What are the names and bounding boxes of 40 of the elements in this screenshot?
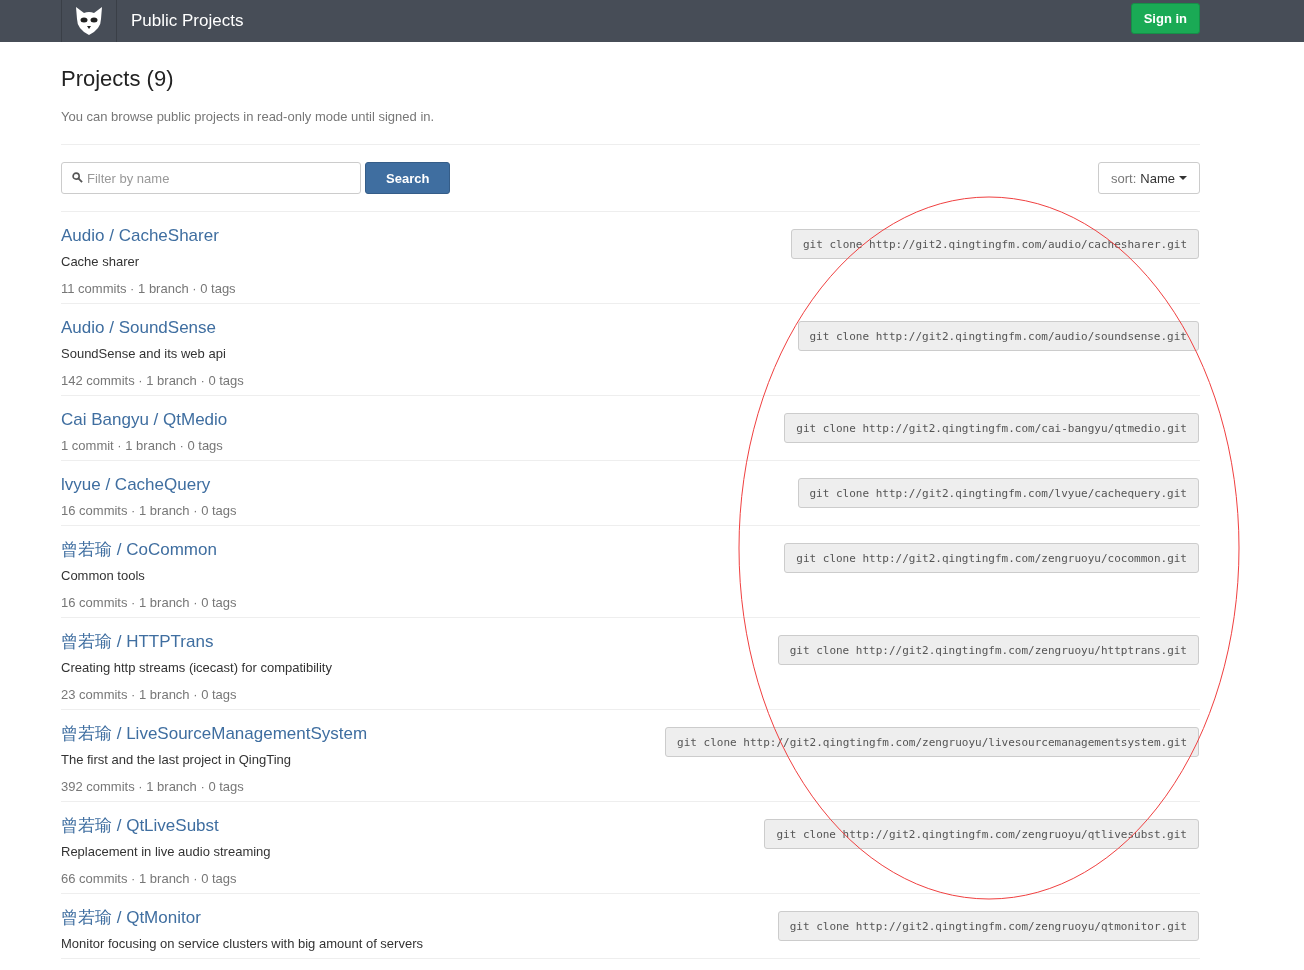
project-description: Monitor focusing on service clusters with big amount of servers [61,935,423,953]
clone-command: git clone http://git2.qingtingfm.com/zengruoyu/httptrans.git [777,635,1199,665]
project-link[interactable]: 曾若瑜 / QtLiveSubst [61,814,271,838]
project-link[interactable]: 曾若瑜 / HTTPTrans [61,630,332,654]
project-link[interactable]: 曾若瑜 / LiveSourceManagementSystem [61,722,368,746]
page-title: Projects (9) [61,66,175,92]
page-subtitle: You can browse public projects in read-only mode until signed in. [61,109,436,124]
project-link[interactable]: lvyue / CacheQuery [61,473,237,497]
clone-command: git clone http://git2.qingtingfm.com/cai-bangyu/qtmedio.git [784,413,1199,443]
project-description: Cache sharer [61,253,141,271]
project-stats: 1 commit · 1 branch · 0 tags [61,437,224,455]
clone-command: git clone http://git2.qingtingfm.com/zengruoyu/qtmonitor.git [777,911,1199,941]
project-stats: 23 commits · 1 branch · 0 tags [61,686,238,704]
project-stats: 16 commits · 1 branch · 0 tags [61,502,237,520]
project-link[interactable]: 曾若瑜 / CoCommon [61,538,237,562]
project-stats: 16 commits · 1 branch · 0 tags [61,594,237,612]
project-description: Creating http streams (icecast) for compatibility [61,659,332,677]
clone-command: git clone http://git2.qingtingfm.com/lvyue/cachequery.git [797,478,1199,508]
project-description: SoundSense and its web api [61,345,227,363]
sign-in-button[interactable]: Sign in [1130,2,1200,34]
project-link[interactable]: Audio / CacheSharer [61,224,236,248]
navbar-title: Public Projects [131,11,245,31]
project-stats: 11 commits · 1 branch · 0 tags [61,280,236,298]
project-stats: 392 commits · 1 branch · 0 tags [61,778,245,796]
project-stats: 142 commits · 1 branch · 0 tags [61,372,244,390]
project-link[interactable]: Cai Bangyu / QtMedio [61,408,228,432]
project-description: The first and the last project in QingTing [61,751,293,769]
fox-logo-icon [73,5,105,37]
caret-icon [1179,176,1187,180]
clone-command: git clone http://git2.qingtingfm.com/audio/soundsense.git [797,321,1199,351]
clone-command: git clone http://git2.qingtingfm.com/zengruoyu/cocommon.git [784,543,1199,573]
project-link[interactable]: Audio / SoundSense [61,316,244,340]
search-button[interactable]: Search [365,162,451,194]
project-link[interactable]: 曾若瑜 / QtMonitor [61,906,423,930]
project-description: Common tools [61,567,146,585]
project-stats: 66 commits · 1 branch · 0 tags [61,870,238,888]
project-description: Replacement in live audio streaming [61,843,271,861]
search-icon [72,172,83,183]
sort-dropdown[interactable]: sort: Name [1098,162,1200,194]
filter-field[interactable]: Filter by name [61,162,361,194]
